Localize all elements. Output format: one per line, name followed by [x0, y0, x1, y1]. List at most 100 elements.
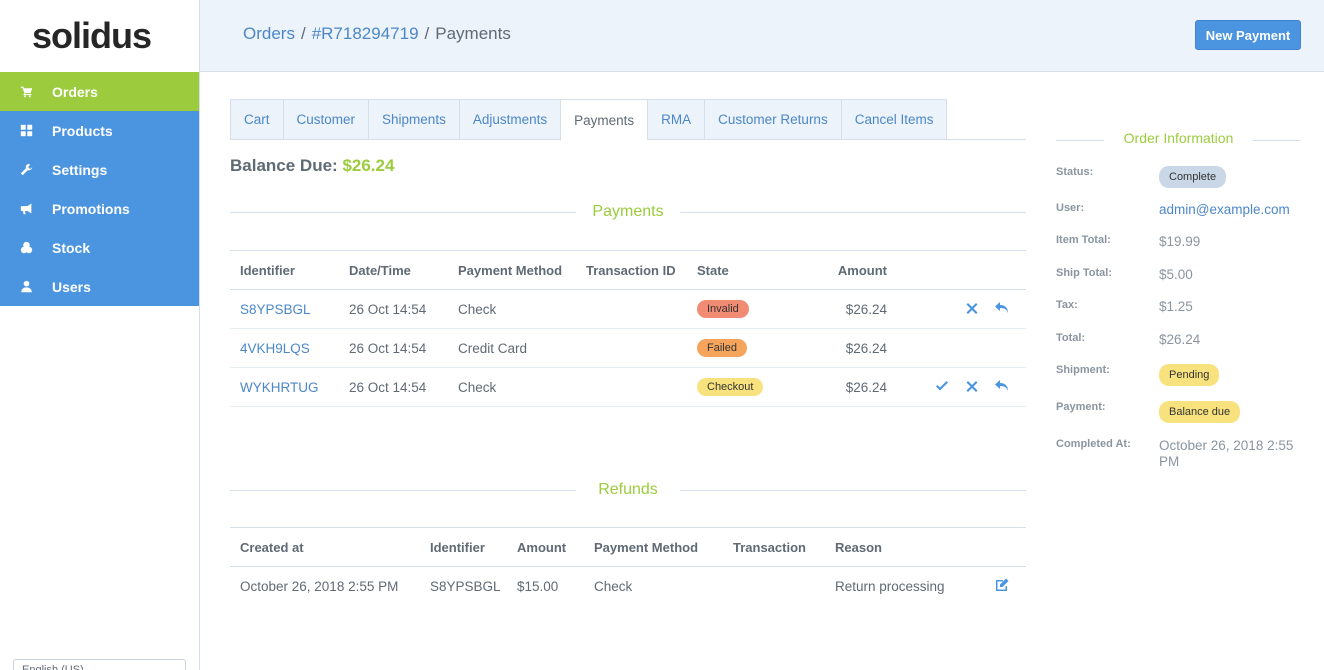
new-payment-button[interactable]: New Payment [1195, 20, 1301, 50]
payment-datetime: 26 Oct 14:54 [339, 328, 448, 368]
refund-actions [975, 567, 1026, 606]
logo[interactable]: solidus [0, 0, 199, 72]
payment-datetime: 26 Oct 14:54 [339, 367, 448, 407]
refund-method: Check [594, 578, 633, 594]
megaphone-icon [0, 202, 52, 215]
refund-icon[interactable] [994, 300, 1010, 319]
payment-identifier[interactable]: 4VKH9LQS [230, 328, 339, 368]
edit-icon[interactable] [994, 577, 1010, 596]
status-badge: Checkout [697, 378, 764, 396]
payment-actions [887, 289, 1026, 329]
order-shipment-row: Shipment: Pending [1056, 364, 1301, 386]
payment-method: Check [448, 367, 576, 407]
table-header-row: Created at Identifier Amount Payment Met… [230, 527, 1026, 567]
breadcrumb: Orders / #R718294719 / Payments [243, 24, 511, 44]
sidebar: solidus Orders Products Settings Promoti… [0, 0, 200, 670]
sidebar-nav: Orders Products Settings Promotions Stoc… [0, 72, 199, 306]
order-tabs: Cart Customer Shipments Adjustments Paym… [230, 99, 1026, 141]
payments-heading: Payments [230, 203, 1026, 221]
sidebar-item-users[interactable]: Users [0, 267, 199, 306]
payment-amount: $26.24 [787, 289, 887, 329]
sidebar-item-stock[interactable]: Stock [0, 228, 199, 267]
void-icon[interactable] [964, 300, 980, 319]
order-shipment-label: Shipment: [1056, 364, 1110, 376]
column-header: Created at [230, 527, 420, 567]
order-status-row: Status: Complete [1056, 166, 1301, 188]
refund-reason: Return processing [835, 578, 945, 594]
status-badge: Complete [1159, 166, 1227, 188]
refunds-heading: Refunds [230, 481, 1026, 499]
column-header: Identifier [230, 250, 339, 290]
user-icon [0, 280, 52, 293]
order-total-row: Total: $26.24 [1056, 332, 1301, 348]
breadcrumb-separator: / [300, 24, 306, 43]
table-row: S8YPSBGL 26 Oct 14:54 Check Invalid $26.… [230, 289, 1026, 329]
payment-identifier[interactable]: S8YPSBGL [230, 289, 339, 329]
status-badge: Failed [697, 339, 747, 357]
order-total-label: Total: [1056, 332, 1086, 344]
column-header: State [687, 250, 787, 290]
column-header: Identifier [420, 527, 507, 567]
column-header-actions [975, 527, 1026, 567]
payment-transaction [576, 289, 687, 329]
balance-value: $26.24 [342, 156, 395, 175]
payment-amount: $26.24 [787, 367, 887, 407]
order-completed-label: Completed At: [1056, 438, 1131, 450]
payment-state-cell: Checkout [687, 367, 787, 407]
breadcrumb-orders[interactable]: Orders [243, 24, 295, 43]
order-payment-row: Payment: Balance due [1056, 401, 1301, 423]
column-header: Payment Method [448, 250, 576, 290]
sidebar-item-label: Promotions [52, 200, 130, 217]
table-header-row: Identifier Date/Time Payment Method Tran… [230, 250, 1026, 290]
status-badge: Balance due [1159, 401, 1241, 423]
payment-amount: $26.24 [787, 328, 887, 368]
payments-table: Identifier Date/Time Payment Method Tran… [230, 250, 1026, 407]
payment-identifier[interactable]: WYKHRTUG [230, 367, 339, 407]
order-ship-total-row: Ship Total: $5.00 [1056, 267, 1301, 283]
tab-rma[interactable]: RMA [647, 99, 705, 140]
column-header: Date/Time [339, 250, 448, 290]
order-ship-total-label: Ship Total: [1056, 267, 1113, 279]
sidebar-item-orders[interactable]: Orders [0, 72, 199, 111]
tab-payments[interactable]: Payments [560, 99, 648, 141]
page-header: Orders / #R718294719 / Payments New Payment [200, 0, 1324, 72]
sidebar-item-label: Settings [52, 161, 108, 178]
refunds-table: Created at Identifier Amount Payment Met… [230, 527, 1026, 606]
tab-customer-returns[interactable]: Customer Returns [704, 99, 841, 140]
order-item-total-row: Item Total: $19.99 [1056, 234, 1301, 250]
order-completed-value: October 26, 2018 2:55 PM [1159, 438, 1294, 469]
sidebar-item-products[interactable]: Products [0, 111, 199, 150]
order-payment-label: Payment: [1056, 401, 1106, 413]
payment-method: Credit Card [448, 328, 576, 368]
order-tax-row: Tax: $1.25 [1056, 299, 1301, 315]
order-user-link[interactable]: admin@example.com [1159, 202, 1301, 218]
payment-state-cell: Invalid [687, 289, 787, 329]
tab-adjustments[interactable]: Adjustments [458, 99, 561, 140]
breadcrumb-order-number[interactable]: #R718294719 [312, 24, 419, 43]
column-header-actions [887, 250, 1026, 290]
order-status-value-cell: Complete [1159, 166, 1301, 188]
sidebar-item-settings[interactable]: Settings [0, 150, 199, 189]
sidebar-item-label: Stock [52, 239, 91, 256]
wrench-icon [0, 163, 52, 176]
tab-cart[interactable]: Cart [230, 99, 283, 140]
order-information-panel: Order Information Status: Complete User:… [1056, 130, 1301, 469]
column-header: Transaction ID [576, 250, 687, 290]
void-icon[interactable] [964, 378, 980, 397]
capture-check-icon[interactable] [934, 378, 950, 397]
app-root: solidus Orders Products Settings Promoti… [0, 0, 1324, 670]
tab-cancel-items[interactable]: Cancel Items [840, 99, 948, 140]
tab-shipments[interactable]: Shipments [368, 99, 459, 140]
order-ship-total-value: $5.00 [1159, 267, 1193, 282]
status-badge: Pending [1159, 364, 1220, 386]
tab-customer[interactable]: Customer [282, 99, 369, 140]
refund-icon[interactable] [994, 378, 1010, 397]
sidebar-item-promotions[interactable]: Promotions [0, 189, 199, 228]
locale-select[interactable]: English (US) [13, 659, 186, 670]
payment-transaction [576, 328, 687, 368]
column-header: Amount [507, 527, 584, 567]
table-row: October 26, 2018 2:55 PM S8YPSBGL $15.00… [230, 567, 1026, 606]
order-shipment-value-cell: Pending [1159, 364, 1301, 386]
breadcrumb-current: Payments [435, 24, 511, 43]
column-header: Amount [787, 250, 887, 290]
